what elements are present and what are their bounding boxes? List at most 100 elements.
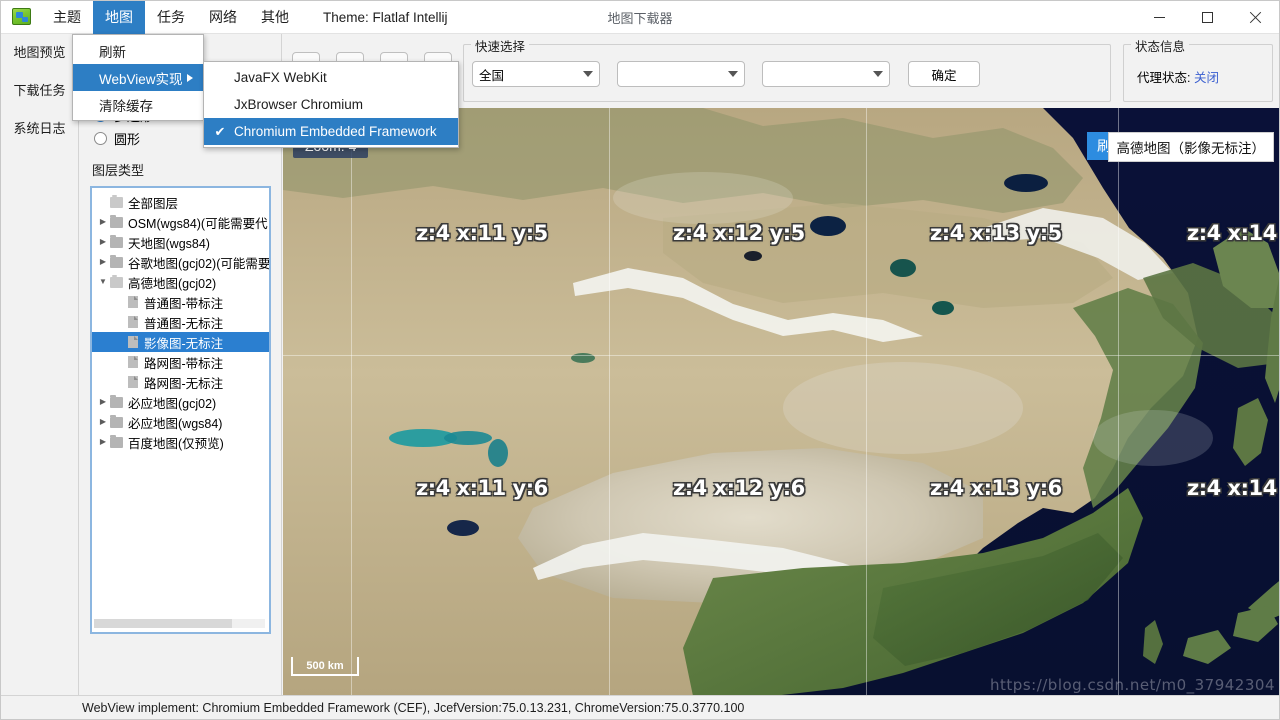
sidebar-item-system-log[interactable]: 系统日志 [1,110,78,148]
quick-select-group: 快速选择 全国 确定 [463,36,1111,102]
tree-row[interactable]: 路网图-带标注 [92,352,269,372]
maximize-button[interactable] [1183,1,1231,34]
menu-item-webview-impl[interactable]: WebView实现 [73,64,203,91]
tile-grid-line-horizontal [283,355,1279,356]
tree-row[interactable]: ▶ 百度地图(仅预览) [92,432,269,452]
menu-bar: 主题 地图 任务 网络 其他 Theme: Flatlaf Intellij [41,0,448,34]
folder-open-icon [110,274,123,288]
tile-coordinate-label: z:4 x:14 y:5 [1187,221,1279,245]
tree-row-label: OSM(wgs84)(可能需要代 [128,216,268,231]
window-controls [1135,1,1279,34]
tree-row[interactable]: 全部图层 [92,192,269,212]
close-button[interactable] [1231,1,1279,34]
status-bar: WebView implement: Chromium Embedded Fra… [1,695,1279,719]
tree-row[interactable]: ▶ 必应地图(wgs84) [92,412,269,432]
chevron-down-icon [873,71,883,77]
menu-item-javafx-webkit[interactable]: JavaFX WebKit [204,64,458,91]
chevron-right-icon[interactable]: ▶ [96,432,110,452]
tree-row[interactable]: 影像图-无标注 [92,332,269,352]
layer-icon [128,376,138,388]
status-info-group: 状态信息 代理状态: 关闭 [1123,36,1273,102]
tile-coordinate-label: z:4 x:14 y:6 [1187,476,1279,500]
tree-scrollbar-thumb[interactable] [94,619,232,628]
app-window: 主题 地图 任务 网络 其他 Theme: Flatlaf Intellij 地… [0,0,1280,720]
minimize-icon [1153,16,1165,18]
tree-row-label: 影像图-无标注 [144,336,224,351]
layer-tree[interactable]: 全部图层 ▶ OSM(wgs84)(可能需要代 ▶ 天地图(wgs84) ▶ 谷歌地图(gc… [90,186,271,634]
tree-row-label: 普通图-无标注 [144,316,224,331]
chevron-right-icon [187,73,193,82]
layer-icon [128,336,138,348]
folder-icon [110,214,123,228]
chevron-right-icon[interactable]: ▶ [96,212,110,232]
chevron-down-icon[interactable]: ▼ [96,272,110,292]
menu-item-cef[interactable]: ✔ Chromium Embedded Framework [204,118,458,145]
chevron-down-icon [728,71,738,77]
tile-grid-overlay: z:4 x:11 y:5 z:4 x:12 y:5 z:4 x:13 y:5 z:4 … [283,108,1279,696]
tile-coordinate-label: z:4 x:13 y:6 [930,476,1062,500]
menu-item-javafx-webkit-label: JavaFX WebKit [234,70,327,85]
tree-row[interactable]: 路网图-无标注 [92,372,269,392]
status-bar-text: WebView implement: Chromium Embedded Fra… [82,700,745,715]
radio-circle-icon [94,132,107,145]
left-nav: 地图预览 下载任务 系统日志 [1,34,79,696]
chevron-right-icon[interactable]: ▶ [96,232,110,252]
tree-row-label: 谷歌地图(gcj02)(可能需要 [128,256,269,271]
tree-horizontal-scrollbar[interactable] [94,619,265,628]
folder-icon [110,414,123,428]
map-preview-area[interactable]: z:4 x:11 y:5 z:4 x:12 y:5 z:4 x:13 y:5 z:4 … [283,108,1279,696]
check-icon: ✔ [214,123,226,139]
menu-task[interactable]: 任务 [145,1,197,34]
menu-map[interactable]: 地图 [93,0,145,34]
tile-coordinate-label: z:4 x:12 y:6 [673,476,805,500]
folder-open-icon [110,194,123,208]
menu-item-clear-cache[interactable]: 清除缓存 [73,91,203,118]
tile-grid-line-vertical [609,108,610,696]
chevron-right-icon[interactable]: ▶ [96,392,110,412]
tile-coordinate-label: z:4 x:11 y:5 [416,221,548,245]
maximize-icon [1201,11,1213,23]
tree-row[interactable]: ▶ OSM(wgs84)(可能需要代 [92,212,269,232]
chevron-right-icon[interactable]: ▶ [96,412,110,432]
layer-icon [128,356,138,368]
minimize-button[interactable] [1135,1,1183,34]
menu-item-jxbrowser-chromium-label: JxBrowser Chromium [234,97,364,112]
menu-item-jxbrowser-chromium[interactable]: JxBrowser Chromium [204,91,458,118]
tree-row[interactable]: ▶ 必应地图(gcj02) [92,392,269,412]
tile-coordinate-label: z:4 x:13 y:5 [930,221,1062,245]
tree-row[interactable]: ▶ 谷歌地图(gcj02)(可能需要 [92,252,269,272]
tree-row-label: 高德地图(gcj02) [128,276,217,291]
tile-coordinate-label: z:4 x:11 y:6 [416,476,548,500]
sidebar-item-map-preview[interactable]: 地图预览 [1,34,79,72]
tile-grid-line-vertical [351,108,352,696]
menu-network[interactable]: 网络 [197,1,249,34]
proxy-status-label: 代理状态: [1137,71,1191,85]
tree-row[interactable]: 普通图-带标注 [92,292,269,312]
close-icon [1249,11,1262,24]
quick-select-combo-city[interactable] [617,61,745,87]
menu-item-refresh[interactable]: 刷新 [73,37,203,64]
chevron-right-icon[interactable]: ▶ [96,252,110,272]
map-menu-popup[interactable]: 刷新 WebView实现 清除缓存 [72,34,204,121]
tree-row[interactable]: ▼ 高德地图(gcj02) [92,272,269,292]
menu-item-webview-impl-label: WebView实现 [99,71,183,87]
tile-grid-line-vertical [1118,108,1119,696]
sidebar-item-download-tasks[interactable]: 下载任务 [1,72,78,110]
menu-theme[interactable]: 主题 [41,1,93,34]
quick-select-combo-province[interactable]: 全国 [472,61,600,87]
quick-select-confirm-button[interactable]: 确定 [908,61,980,87]
tile-grid-line-vertical [866,108,867,696]
folder-icon [110,254,123,268]
tree-row[interactable]: ▶ 天地图(wgs84) [92,232,269,252]
proxy-status-row: 代理状态: 关闭 [1137,67,1219,86]
tree-row-label: 百度地图(仅预览) [128,436,224,451]
tree-row[interactable]: 普通图-无标注 [92,312,269,332]
menu-other[interactable]: 其他 [249,1,301,34]
layer-icon [128,296,138,308]
folder-icon [110,394,123,408]
quick-select-combo-district[interactable] [762,61,890,87]
proxy-status-value: 关闭 [1193,71,1219,85]
folder-icon [110,434,123,448]
tile-coordinate-label: z:4 x:12 y:5 [673,221,805,245]
webview-submenu-popup[interactable]: JavaFX WebKit JxBrowser Chromium ✔ Chrom… [203,61,459,148]
